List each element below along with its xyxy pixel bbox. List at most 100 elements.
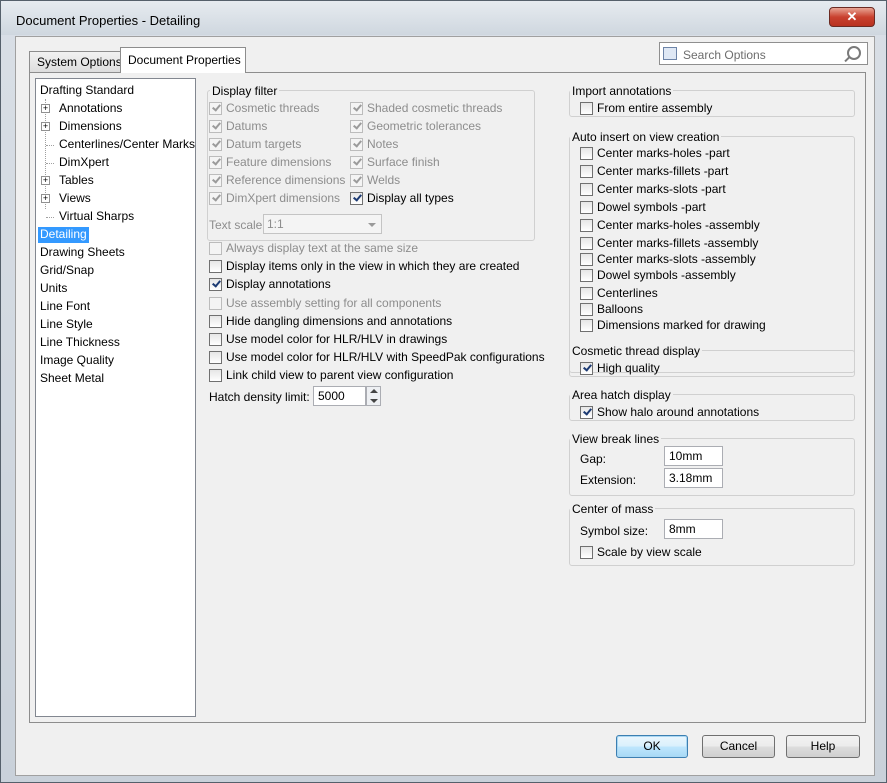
option-display-items-only-in-the-view-in-which--checkbox-box[interactable] [209,260,222,273]
high-quality-checkbox-box[interactable] [580,362,593,375]
tree-item-image-quality[interactable]: Image Quality [40,353,114,369]
auto-dowel-symbols-assembly-checkbox-box[interactable] [580,269,593,282]
option-hide-dangling-dimensions-and-annotations-checkbox-box[interactable] [209,315,222,328]
auto-center-marks-fillets-assembly-checkbox-label: Center marks-fillets -assembly [597,236,759,250]
tab-document-properties[interactable]: Document Properties [120,47,246,73]
auto-centerlines-checkbox[interactable]: Centerlines [580,287,658,301]
auto-dowel-symbols-part-checkbox-box[interactable] [580,201,593,214]
extension-input[interactable]: 3.18mm [664,468,723,488]
tree-item-virtual-sharps[interactable]: Virtual Sharps [59,209,134,225]
symbol-size-input[interactable]: 8mm [664,519,723,539]
expand-plus-icon[interactable]: + [41,194,50,203]
filter-shaded-cosmetic-threads-checkbox: Shaded cosmetic threads [350,102,502,116]
show-halo-checkbox[interactable]: Show halo around annotations [580,406,759,420]
tree-item-annotations[interactable]: Annotations [59,101,122,117]
tree-item-sheet-metal[interactable]: Sheet Metal [40,371,104,387]
search-input[interactable]: Search Options [683,48,766,62]
auto-center-marks-slots-assembly-checkbox[interactable]: Center marks-slots -assembly [580,253,756,267]
tree-item-line-font[interactable]: Line Font [40,299,90,315]
help-button[interactable]: Help [786,735,860,758]
filter-welds-checkbox-box [350,174,363,187]
auto-centerlines-checkbox-box[interactable] [580,287,593,300]
tree-item-detailing[interactable]: Detailing [38,227,89,243]
auto-center-marks-slots-part-checkbox[interactable]: Center marks-slots -part [580,183,726,197]
hatch-density-input[interactable]: 5000 [313,386,366,406]
filter-notes-checkbox-label: Notes [367,137,399,151]
auto-center-marks-slots-assembly-checkbox-box[interactable] [580,253,593,266]
tree-item-tables[interactable]: Tables [59,173,94,189]
auto-dowel-symbols-assembly-checkbox[interactable]: Dowel symbols -assembly [580,269,736,283]
close-button[interactable]: ✕ [829,7,875,27]
auto-dowel-symbols-assembly-checkbox-label: Dowel symbols -assembly [597,268,736,282]
ok-button[interactable]: OK [616,735,688,758]
tree-branch-line [46,163,54,164]
auto-dimensions-marked-for-drawing-checkbox-box[interactable] [580,319,593,332]
option-use-model-color-for-hlr-hlv-in-drawings-checkbox[interactable]: Use model color for HLR/HLV in drawings [209,333,447,347]
option-hide-dangling-dimensions-and-annotations-checkbox[interactable]: Hide dangling dimensions and annotations [209,315,452,329]
auto-balloons-checkbox-box[interactable] [580,303,593,316]
scale-by-view-scale-checkbox[interactable]: Scale by view scale [580,546,702,560]
auto-center-marks-holes-part-checkbox[interactable]: Center marks-holes -part [580,147,730,161]
option-use-model-color-for-hlr-hlv-with-speedpa-checkbox-box[interactable] [209,351,222,364]
filter-datum-targets-checkbox-label: Datum targets [226,137,302,151]
auto-center-marks-holes-assembly-checkbox[interactable]: Center marks-holes -assembly [580,219,760,233]
expand-plus-icon[interactable]: + [41,122,50,131]
hatch-density-spinner[interactable] [366,386,381,406]
option-use-model-color-for-hlr-hlv-in-drawings-checkbox-box[interactable] [209,333,222,346]
filter-display-all-types-checkbox[interactable]: Display all types [350,192,454,206]
cancel-button[interactable]: Cancel [702,735,775,758]
auto-center-marks-fillets-part-checkbox[interactable]: Center marks-fillets -part [580,165,728,179]
filter-geometric-tolerances-checkbox-box [350,120,363,133]
tree-item-dimensions[interactable]: Dimensions [59,119,122,135]
tree-item-drawing-sheets[interactable]: Drawing Sheets [40,245,125,261]
tree-item-drafting-standard[interactable]: Drafting Standard [40,83,134,99]
auto-center-marks-fillets-assembly-checkbox[interactable]: Center marks-fillets -assembly [580,237,758,251]
search-options-box[interactable]: Search Options [659,42,868,65]
option-link-child-view-to-parent-view-configura-checkbox[interactable]: Link child view to parent view configura… [209,369,453,383]
option-link-child-view-to-parent-view-configura-checkbox-box[interactable] [209,369,222,382]
high-quality-checkbox-label: High quality [597,361,660,375]
auto-center-marks-holes-part-checkbox-box[interactable] [580,147,593,160]
text-scale-label: Text scale: [209,218,266,232]
checkmark-icon [212,120,221,130]
option-display-items-only-in-the-view-in-which--checkbox[interactable]: Display items only in the view in which … [209,260,519,274]
from-entire-assembly-checkbox[interactable]: From entire assembly [580,102,712,116]
auto-dowel-symbols-part-checkbox[interactable]: Dowel symbols -part [580,201,706,215]
filter-cosmetic-threads-checkbox-box [209,102,222,115]
tab-system-options[interactable]: System Options [29,51,122,73]
tree-item-units[interactable]: Units [40,281,67,297]
option-use-model-color-for-hlr-hlv-with-speedpa-checkbox[interactable]: Use model color for HLR/HLV with SpeedPa… [209,351,545,365]
expand-plus-icon[interactable]: + [41,104,50,113]
gap-input[interactable]: 10mm [664,446,723,466]
tree-item-line-style[interactable]: Line Style [40,317,93,333]
auto-center-marks-holes-assembly-checkbox-box[interactable] [580,219,593,232]
tree-item-grid-snap[interactable]: Grid/Snap [40,263,94,279]
spin-down-icon[interactable] [370,399,378,403]
display-filter-title: Display filter [210,84,280,98]
filter-feature-dimensions-checkbox-box [209,156,222,169]
filter-cosmetic-threads-checkbox-label: Cosmetic threads [226,101,320,115]
high-quality-checkbox[interactable]: High quality [580,362,660,376]
auto-dimensions-marked-for-drawing-checkbox[interactable]: Dimensions marked for drawing [580,319,766,333]
filter-dimxpert-dimensions-checkbox-label: DimXpert dimensions [226,191,341,205]
show-halo-checkbox-box[interactable] [580,406,593,419]
filter-display-all-types-checkbox-box[interactable] [350,192,363,205]
expand-plus-icon[interactable]: + [41,176,50,185]
view-break-lines-title: View break lines [570,432,662,446]
option-use-assembly-setting-for-all-components-checkbox-label: Use assembly setting for all components [226,296,442,310]
tree-item-dimxpert[interactable]: DimXpert [59,155,109,171]
auto-center-marks-fillets-assembly-checkbox-box[interactable] [580,237,593,250]
option-display-annotations-checkbox[interactable]: Display annotations [209,278,331,292]
option-display-annotations-checkbox-box[interactable] [209,278,222,291]
spin-up-icon[interactable] [370,389,378,393]
auto-center-marks-fillets-part-checkbox-box[interactable] [580,165,593,178]
tree-item-views[interactable]: Views [59,191,91,207]
auto-center-marks-slots-part-checkbox-box[interactable] [580,183,593,196]
from-entire-assembly-checkbox-box[interactable] [580,102,593,115]
tree-item-line-thickness[interactable]: Line Thickness [40,335,120,351]
option-display-annotations-checkbox-label: Display annotations [226,277,331,291]
auto-balloons-checkbox[interactable]: Balloons [580,303,643,317]
scale-by-view-scale-checkbox-box[interactable] [580,546,593,559]
tree-item-centerlines-center-marks[interactable]: Centerlines/Center Marks [59,137,195,153]
search-icon[interactable] [847,46,861,60]
